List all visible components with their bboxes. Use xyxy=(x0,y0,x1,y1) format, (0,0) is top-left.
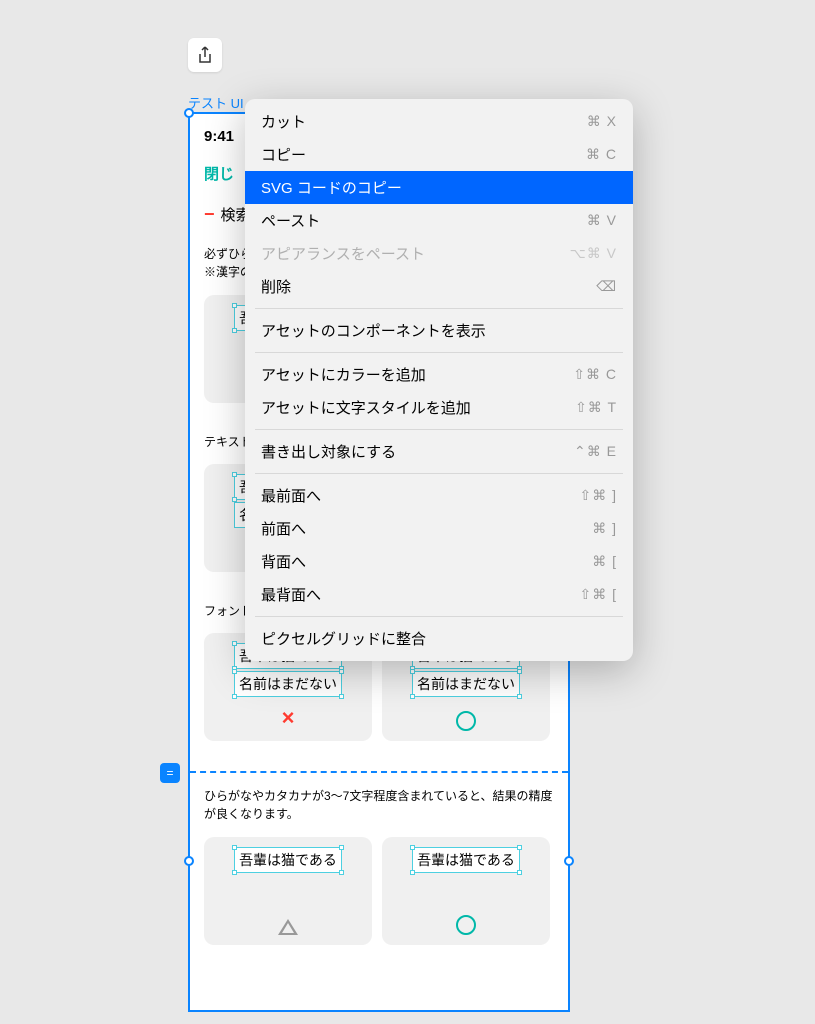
menu-item[interactable]: 書き出し対象にする ⌃⌘ E xyxy=(245,435,633,468)
o-mark-icon xyxy=(456,915,476,935)
sample-text: 吾輩は猫である xyxy=(412,847,520,873)
menu-item-label: 前面へ xyxy=(261,518,306,539)
menu-item[interactable]: アセットのコンポーネントを表示 xyxy=(245,314,633,347)
selection-handle[interactable] xyxy=(564,856,574,866)
menu-shortcut: ⇧⌘ C xyxy=(573,366,617,383)
menu-shortcut: ⌘ [ xyxy=(592,553,617,570)
o-mark-icon xyxy=(456,711,476,731)
menu-item[interactable]: 最背面へ ⇧⌘ [ xyxy=(245,578,633,611)
selection-handle[interactable] xyxy=(184,856,194,866)
menu-shortcut: ⌫ xyxy=(596,278,617,295)
menu-shortcut: ⌘ C xyxy=(586,146,617,163)
example-card: 吾輩は猫である xyxy=(382,837,550,945)
sample-text: 吾輩は猫である xyxy=(234,847,342,873)
menu-item-label: ピクセルグリッドに整合 xyxy=(261,628,426,649)
share-icon xyxy=(197,46,213,64)
menu-item-label: 書き出し対象にする xyxy=(261,441,396,462)
menu-item[interactable]: SVG コードのコピー xyxy=(245,171,633,204)
menu-item-label: 背面へ xyxy=(261,551,306,572)
menu-separator xyxy=(255,616,623,617)
minus-icon: − xyxy=(204,204,215,225)
sample-text: 名前はまだない xyxy=(412,671,520,697)
menu-item-label: アセットに文字スタイルを追加 xyxy=(261,397,471,418)
menu-item[interactable]: ペースト ⌘ V xyxy=(245,204,633,237)
menu-shortcut: ⌘ X xyxy=(587,113,617,130)
menu-item-label: SVG コードのコピー xyxy=(261,177,402,198)
menu-item-label: 最前面へ xyxy=(261,485,321,506)
menu-item-label: コピー xyxy=(261,144,306,165)
menu-item[interactable]: 背面へ ⌘ [ xyxy=(245,545,633,578)
menu-item[interactable]: 前面へ ⌘ ] xyxy=(245,512,633,545)
example-row-4: 吾輩は猫である 吾輩は猫である xyxy=(204,837,554,945)
context-menu[interactable]: カット ⌘ X コピー ⌘ C SVG コードのコピーペースト ⌘ V アピアランスをペース… xyxy=(245,99,633,661)
menu-item-label: アセットのコンポーネントを表示 xyxy=(261,320,486,341)
menu-item[interactable]: 削除 ⌫ xyxy=(245,270,633,303)
menu-item-label: 削除 xyxy=(261,276,291,297)
menu-shortcut: ⌥⌘ V xyxy=(570,245,617,262)
menu-shortcut: ⇧⌘ ] xyxy=(579,487,617,504)
menu-item-label: ペースト xyxy=(261,210,320,231)
menu-separator xyxy=(255,473,623,474)
menu-item[interactable]: カット ⌘ X xyxy=(245,105,633,138)
menu-separator xyxy=(255,429,623,430)
menu-shortcut: ⌘ ] xyxy=(592,520,617,537)
menu-separator xyxy=(255,352,623,353)
x-mark-icon: × xyxy=(282,705,295,731)
artboard-tab-label[interactable]: テスト UI xyxy=(188,93,244,112)
menu-shortcut: ⇧⌘ T xyxy=(575,399,617,416)
menu-item-label: アセットにカラーを追加 xyxy=(261,364,426,385)
layout-guide[interactable]: = xyxy=(190,771,568,773)
menu-item-label: アピアランスをペースト xyxy=(261,243,425,264)
triangle-mark-icon xyxy=(278,919,298,935)
menu-separator xyxy=(255,308,623,309)
menu-item-label: カット xyxy=(261,111,306,132)
share-button[interactable] xyxy=(188,38,222,72)
menu-shortcut: ⌘ V xyxy=(587,212,617,229)
menu-item[interactable]: 最前面へ ⇧⌘ ] xyxy=(245,479,633,512)
menu-item[interactable]: アセットに文字スタイルを追加 ⇧⌘ T xyxy=(245,391,633,424)
example-card: 吾輩は猫である xyxy=(204,837,372,945)
layout-guide-badge[interactable]: = xyxy=(160,763,180,783)
menu-shortcut: ⇧⌘ [ xyxy=(579,586,617,603)
sample-text: 名前はまだない xyxy=(234,671,342,697)
bottom-hint: ひらがなやカタカナが3〜7文字程度含まれていると、結果の精度が良くなります。 xyxy=(204,787,554,823)
menu-shortcut: ⌃⌘ E xyxy=(574,443,617,460)
menu-item[interactable]: ピクセルグリッドに整合 xyxy=(245,622,633,655)
menu-item[interactable]: アセットにカラーを追加 ⇧⌘ C xyxy=(245,358,633,391)
menu-item-label: 最背面へ xyxy=(261,584,321,605)
selection-handle[interactable] xyxy=(184,108,194,118)
menu-item: アピアランスをペースト ⌥⌘ V xyxy=(245,237,633,270)
menu-item[interactable]: コピー ⌘ C xyxy=(245,138,633,171)
